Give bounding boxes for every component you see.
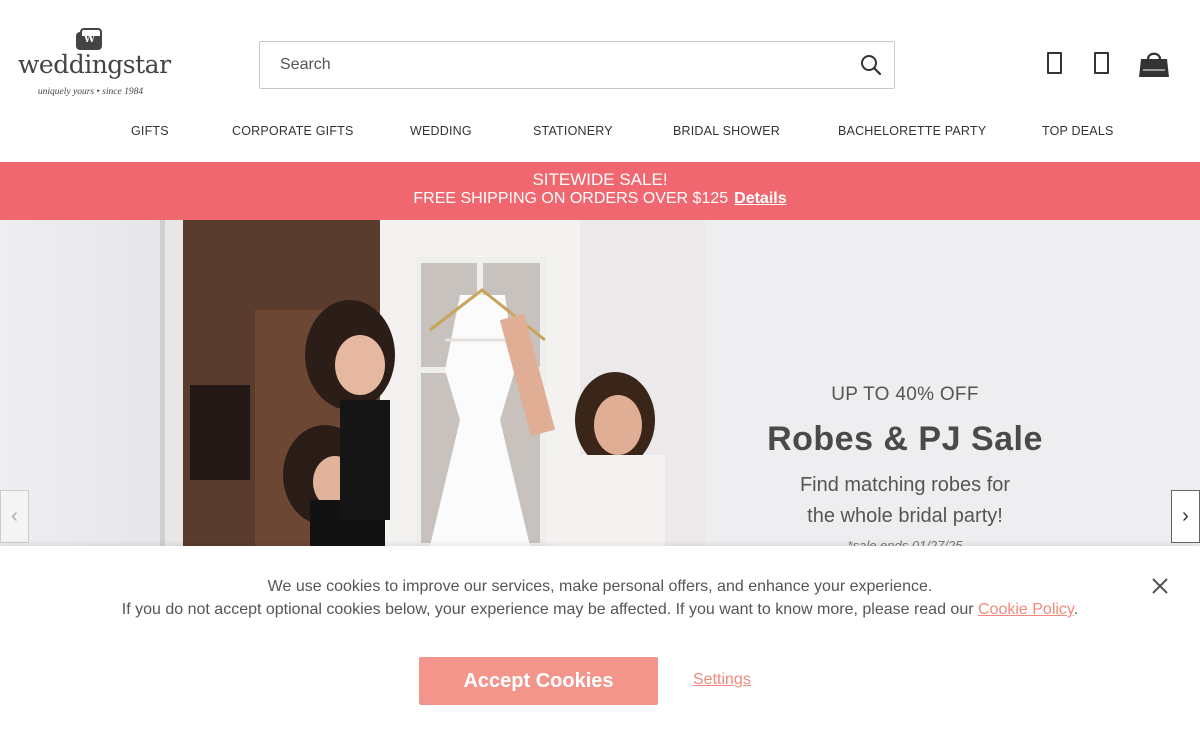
cookie-policy-link[interactable]: Cookie Policy <box>978 601 1074 618</box>
logo-tagline: uniquely yours • since 1984 <box>37 87 144 97</box>
cookie-message-line1: We use cookies to improve our services, … <box>267 578 933 595</box>
search-icon[interactable] <box>856 50 886 80</box>
account-icon[interactable] <box>1047 52 1062 74</box>
hero-text-panel: UP TO 40% OFF Robes & PJ Sale Find match… <box>705 220 1105 546</box>
carousel-next-arrow[interactable]: › <box>1171 490 1200 543</box>
hero-subtitle-line1: Find matching robes for <box>799 474 1011 496</box>
hero-title: Robes & PJ Sale <box>767 420 1043 458</box>
shopping-bag-icon[interactable] <box>1138 50 1170 78</box>
carousel-prev-arrow[interactable]: ‹ <box>0 490 29 543</box>
promo-banner: SITEWIDE SALE! FREE SHIPPING ON ORDERS O… <box>0 162 1200 220</box>
nav-gifts[interactable]: GIFTS <box>131 124 169 138</box>
nav-corporate-gifts[interactable]: CORPORATE GIFTS <box>232 124 354 138</box>
promo-details-link[interactable]: Details <box>734 190 786 207</box>
promo-shipping-text: FREE SHIPPING ON ORDERS OVER $125 <box>413 190 729 207</box>
cookie-message-text: If you do not accept optional cookies be… <box>121 601 974 618</box>
search-bar <box>259 41 895 89</box>
main-navigation: GIFTS CORPORATE GIFTS WEDDING STATIONERY… <box>0 124 1200 148</box>
nav-bridal-shower[interactable]: BRIDAL SHOWER <box>673 124 780 138</box>
hero-sale-note: *sale ends 01/27/25 <box>847 538 963 546</box>
promo-headline: SITEWIDE SALE! <box>532 170 668 189</box>
search-input[interactable] <box>260 42 840 88</box>
wishlist-icon[interactable] <box>1094 52 1109 74</box>
hero-subtitle-line2: the whole bridal party! <box>807 505 1003 527</box>
promo-subline: FREE SHIPPING ON ORDERS OVER $125 Details <box>0 190 1200 208</box>
hero-discount-text: UP TO 40% OFF <box>831 384 979 405</box>
cookie-settings-link[interactable]: Settings <box>693 671 751 689</box>
nav-wedding[interactable]: WEDDING <box>410 124 472 138</box>
cookie-consent-banner: We use cookies to improve our services, … <box>0 546 1200 740</box>
cookie-message-line2: If you do not accept optional cookies be… <box>0 601 1200 619</box>
hero-image[interactable] <box>160 220 705 546</box>
nav-stationery[interactable]: STATIONERY <box>533 124 613 138</box>
logo-wordmark: weddingstar <box>18 50 171 79</box>
cookie-message-period: . <box>1073 601 1079 618</box>
logo-bag-mark: W <box>76 28 102 50</box>
hero-subtitle: Find matching robes for the whole bridal… <box>705 470 1105 532</box>
site-header: W weddingstar uniquely yours • since 198… <box>0 0 1200 162</box>
accept-cookies-button[interactable]: Accept Cookies <box>419 657 658 705</box>
hero-carousel: UP TO 40% OFF Robes & PJ Sale Find match… <box>0 220 1200 546</box>
nav-bachelorette-party[interactable]: BACHELORETTE PARTY <box>838 124 986 138</box>
weddingstar-logo[interactable]: W weddingstar uniquely yours • since 198… <box>18 28 171 102</box>
nav-top-deals[interactable]: TOP DEALS <box>1042 124 1114 138</box>
close-icon[interactable] <box>1150 576 1170 596</box>
